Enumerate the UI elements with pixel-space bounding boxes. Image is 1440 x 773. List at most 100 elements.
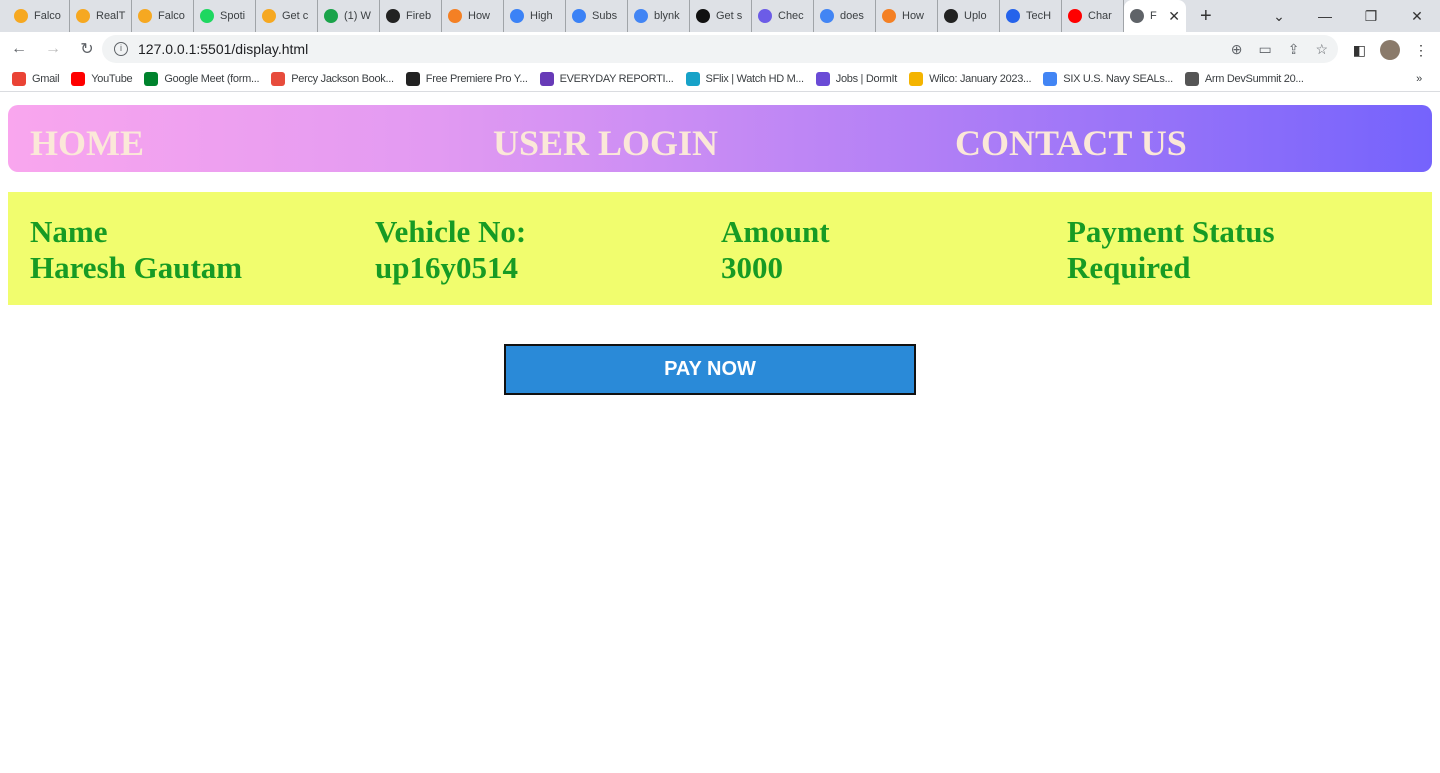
browser-tab[interactable]: Spoti (194, 0, 256, 32)
more-bookmarks-icon[interactable]: » (1416, 73, 1422, 85)
bookmark-favicon-icon (144, 71, 159, 86)
bookmark-item[interactable]: Gmail (12, 71, 60, 86)
detail-name: Name Haresh Gautam (30, 214, 242, 286)
tab-favicon-icon (1068, 9, 1082, 23)
bookmark-item[interactable]: Google Meet (form... (144, 71, 260, 86)
pay-now-button[interactable]: PAY NOW (504, 344, 916, 395)
browser-tab[interactable]: RealT (70, 0, 132, 32)
tab-favicon-icon (448, 9, 462, 23)
bookmark-item[interactable]: Arm DevSummit 20... (1184, 71, 1304, 86)
tab-title: How (902, 10, 925, 22)
browser-tab[interactable]: (1) W (318, 0, 380, 32)
bookmark-item[interactable]: SFlix | Watch HD M... (685, 71, 805, 86)
browser-tab[interactable]: TecH (1000, 0, 1062, 32)
browser-tab[interactable]: blynk (628, 0, 690, 32)
browser-tab[interactable]: Fireb (380, 0, 442, 32)
share-icon[interactable]: ⇪ (1288, 41, 1300, 58)
payment-details: Name Haresh Gautam Vehicle No: up16y0514… (8, 192, 1432, 305)
url-input[interactable]: i 127.0.0.1:5501/display.html ⊕ ▭ ⇪ ☆ (102, 35, 1338, 63)
tab-title: blynk (654, 10, 680, 22)
reload-icon[interactable]: ↻ (72, 39, 102, 59)
bookmark-label: SIX U.S. Navy SEALs... (1063, 72, 1173, 85)
site-info-icon[interactable]: i (114, 42, 128, 56)
browser-tab[interactable]: Char (1062, 0, 1124, 32)
bookmark-item[interactable]: SIX U.S. Navy SEALs... (1043, 71, 1173, 86)
detail-value: 3000 (721, 250, 783, 285)
tab-favicon-icon (386, 9, 400, 23)
nav-user-login[interactable]: USER LOGIN (493, 122, 718, 164)
bookmark-item[interactable]: Percy Jackson Book... (271, 71, 394, 86)
bookmark-favicon-icon (12, 71, 26, 86)
bookmark-label: YouTube (91, 72, 133, 85)
side-panel-icon[interactable]: ◧ (1353, 42, 1366, 59)
minimize-icon[interactable]: — (1302, 8, 1348, 24)
site-navbar: HOME USER LOGIN CONTACT US (8, 105, 1432, 172)
tab-title: Chec (778, 10, 804, 22)
tab-favicon-icon (944, 9, 958, 23)
tab-title: Subs (592, 10, 618, 22)
tab-favicon-icon (882, 9, 896, 23)
tab-title: Falco (34, 10, 61, 22)
zoom-icon[interactable]: ⊕ (1231, 41, 1243, 58)
restore-icon[interactable]: ❐ (1348, 8, 1394, 25)
tab-title: RealT (96, 10, 126, 22)
browser-tab[interactable]: How (442, 0, 504, 32)
bookmark-favicon-icon (1043, 71, 1058, 86)
bookmark-favicon-icon (539, 71, 554, 86)
bookmark-item[interactable]: Free Premiere Pro Y... (405, 71, 528, 86)
bookmark-star-icon[interactable]: ☆ (1315, 41, 1328, 58)
detail-label: Amount (721, 214, 830, 249)
detail-amount: Amount 3000 (721, 214, 830, 286)
tab-favicon-icon (14, 9, 28, 23)
detail-value: Required (1067, 250, 1191, 285)
tab-title: Spoti (220, 10, 246, 22)
window-controls: ⌄ — ❐ ✕ (1256, 0, 1440, 32)
new-tab-button[interactable]: + (1200, 5, 1212, 28)
bookmark-item[interactable]: EVERYDAY REPORTI... (539, 71, 674, 86)
browser-tab[interactable]: Falco (8, 0, 70, 32)
tab-title: How (468, 10, 491, 22)
detail-value: Haresh Gautam (30, 250, 243, 285)
browser-tab[interactable]: Subs (566, 0, 628, 32)
tab-favicon-icon (1006, 9, 1020, 23)
bookmark-label: Gmail (32, 72, 60, 85)
tab-title: Uplo (964, 10, 987, 22)
bookmark-favicon-icon (405, 71, 420, 86)
bookmark-label: Jobs | DormIt (835, 72, 898, 85)
nav-contact-us[interactable]: CONTACT US (955, 122, 1187, 164)
browser-tab[interactable]: Get c (256, 0, 318, 32)
tab-favicon-icon (572, 9, 586, 23)
detail-label: Vehicle No: (375, 214, 527, 249)
close-tab-icon[interactable]: ✕ (1168, 8, 1180, 25)
bookmark-label: Free Premiere Pro Y... (425, 72, 528, 85)
tab-title: does (840, 10, 864, 22)
bookmark-item[interactable]: YouTube (71, 71, 133, 86)
menu-icon[interactable]: ⋮ (1414, 42, 1428, 59)
browser-tab[interactable]: Uplo (938, 0, 1000, 32)
bookmark-favicon-icon (909, 71, 924, 86)
forward-icon[interactable]: → (38, 40, 68, 58)
browser-tab[interactable]: Chec (752, 0, 814, 32)
browser-tab[interactable]: Falco (132, 0, 194, 32)
browser-tab[interactable]: High (504, 0, 566, 32)
back-icon[interactable]: ← (4, 40, 34, 58)
detail-value: up16y0514 (375, 250, 518, 285)
close-window-icon[interactable]: ✕ (1394, 8, 1440, 25)
tab-search-icon[interactable]: ⌄ (1256, 8, 1302, 25)
bookmark-favicon-icon (71, 71, 86, 86)
tab-title: F (1150, 10, 1157, 22)
bookmark-label: SFlix | Watch HD M... (705, 72, 805, 85)
browser-tab[interactable]: How (876, 0, 938, 32)
tab-title: Get s (716, 10, 743, 22)
profile-avatar[interactable] (1380, 40, 1400, 60)
bookmark-item[interactable]: Jobs | DormIt (815, 71, 898, 86)
bookmark-favicon-icon (271, 71, 286, 86)
browser-tab[interactable]: does (814, 0, 876, 32)
tab-favicon-icon (138, 9, 152, 23)
tab-title: Char (1088, 10, 1112, 22)
browser-tab[interactable]: Get s (690, 0, 752, 32)
browser-tab-active[interactable]: F ✕ (1124, 0, 1186, 32)
nav-home[interactable]: HOME (30, 122, 144, 164)
reader-mode-icon[interactable]: ▭ (1258, 41, 1271, 58)
bookmark-item[interactable]: Wilco: January 2023... (909, 71, 1032, 86)
